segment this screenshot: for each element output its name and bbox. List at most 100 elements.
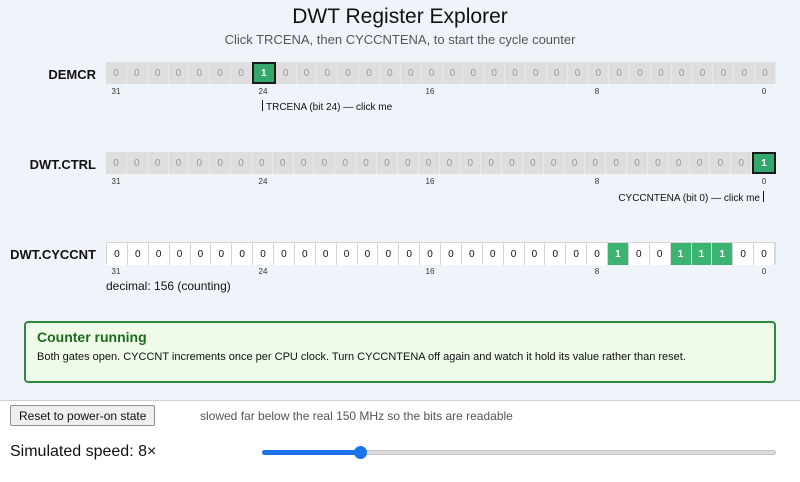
slider-thumb[interactable] xyxy=(353,446,367,459)
bit-8: 0 xyxy=(587,243,608,265)
bit-14: 0 xyxy=(460,152,482,174)
dwt-cyccnt-bit-ticks: 31 24 16 8 0 xyxy=(106,267,776,279)
bit-26: 0 xyxy=(210,152,232,174)
slider-fill xyxy=(262,450,360,455)
bit-28: 0 xyxy=(168,62,190,84)
tick-8: 8 xyxy=(594,177,600,186)
status-box: Counter running Both gates open. CYCCNT … xyxy=(24,321,776,383)
bit-17: 0 xyxy=(397,152,419,174)
bit-12: 0 xyxy=(503,243,525,265)
bit-25: 0 xyxy=(232,243,254,265)
tick-0: 0 xyxy=(761,267,767,276)
trcena-callout-text: TRCENA (bit 24) — click me xyxy=(266,102,393,113)
bit-22: 0 xyxy=(293,152,315,174)
bit-3: 0 xyxy=(689,152,711,174)
tick-24: 24 xyxy=(258,87,268,96)
bit-29: 0 xyxy=(147,62,169,84)
bit-25: 0 xyxy=(231,152,252,174)
dwt-ctrl-label: DWT.CTRL xyxy=(29,157,96,172)
tick-16: 16 xyxy=(425,267,435,276)
bit-17: 0 xyxy=(400,62,422,84)
bit-1: 0 xyxy=(733,243,755,265)
bit-14: 0 xyxy=(463,62,485,84)
bit-10: 0 xyxy=(546,62,568,84)
tick-16: 16 xyxy=(425,177,435,186)
tick-16: 16 xyxy=(425,87,435,96)
bit-29: 0 xyxy=(147,152,169,174)
bit-11: 0 xyxy=(525,62,547,84)
bit-24: 0 xyxy=(253,243,274,265)
bit-12: 0 xyxy=(502,152,523,174)
tick-24: 24 xyxy=(258,267,268,276)
bit-31: 0 xyxy=(107,243,128,265)
page-title: DWT Register Explorer xyxy=(292,5,508,28)
bit-15: 0 xyxy=(439,152,461,174)
reset-button[interactable]: Reset to power-on state xyxy=(10,405,156,426)
bit-6: 0 xyxy=(628,243,650,265)
bit-0[interactable]: 1 xyxy=(752,152,776,174)
bit-13: 0 xyxy=(482,243,504,265)
bit-31: 0 xyxy=(106,62,127,84)
tick-8: 8 xyxy=(594,267,600,276)
bit-17: 0 xyxy=(399,243,421,265)
demcr-bit-row: 00000001000000000000000000000000 xyxy=(106,62,776,84)
bit-7: 0 xyxy=(609,62,631,84)
bit-13: 0 xyxy=(481,152,503,174)
bit-18: 0 xyxy=(378,243,400,265)
dwt-ctrl-bit-row: 00000000000000000000000000000001 xyxy=(106,152,776,174)
cyccnt-decimal-readout: decimal: 156 (counting) xyxy=(106,279,231,293)
bit-15: 0 xyxy=(442,62,464,84)
bit-26: 0 xyxy=(211,243,233,265)
bit-8: 0 xyxy=(588,62,610,84)
bit-15: 0 xyxy=(441,243,462,265)
bit-29: 0 xyxy=(148,243,170,265)
dwt-cyccnt-bit-row: 00000000000000000000000010011100 xyxy=(106,242,776,265)
bit-20: 0 xyxy=(338,62,360,84)
bit-19: 0 xyxy=(359,62,380,84)
bit-4: 0 xyxy=(668,152,690,174)
trcena-callout[interactable]: TRCENA (bit 24) — click me xyxy=(262,100,392,113)
tick-24: 24 xyxy=(258,177,268,186)
bit-28: 0 xyxy=(168,152,190,174)
page-subtitle: Click TRCENA, then CYCCNTENA, to start t… xyxy=(224,32,576,47)
explorer-panel: DWT Register Explorer Click TRCENA, then… xyxy=(0,0,800,401)
bit-16: 0 xyxy=(420,243,441,265)
bit-14: 0 xyxy=(461,243,483,265)
bit-4: 0 xyxy=(671,62,693,84)
bit-31: 0 xyxy=(106,152,127,174)
speed-label: Simulated speed: 8× xyxy=(10,443,157,460)
bit-1: 0 xyxy=(731,152,753,174)
speed-slider[interactable] xyxy=(262,446,776,459)
bit-12: 0 xyxy=(505,62,526,84)
bit-28: 0 xyxy=(169,243,191,265)
bit-13: 0 xyxy=(484,62,506,84)
bit-24[interactable]: 1 xyxy=(251,62,276,84)
bit-9: 0 xyxy=(566,243,588,265)
bit-5: 0 xyxy=(650,62,672,84)
bit-23: 0 xyxy=(272,152,294,174)
bit-9: 0 xyxy=(564,152,586,174)
bit-23: 0 xyxy=(274,243,295,265)
bit-22: 0 xyxy=(296,62,318,84)
bit-1: 0 xyxy=(734,62,756,84)
bit-23: 0 xyxy=(275,62,297,84)
status-title: Counter running xyxy=(37,329,147,345)
bit-27: 0 xyxy=(189,62,211,84)
bit-11: 0 xyxy=(524,243,546,265)
bit-21: 0 xyxy=(315,243,337,265)
bit-20: 0 xyxy=(335,152,357,174)
dwt-ctrl-bit-ticks: 31 24 16 8 0 xyxy=(106,177,776,189)
bit-3: 0 xyxy=(692,62,714,84)
bit-16: 0 xyxy=(421,62,443,84)
speed-note: slowed far below the real 150 MHz so the… xyxy=(200,409,513,423)
tick-31: 31 xyxy=(111,87,121,96)
bit-11: 0 xyxy=(522,152,544,174)
cyccntena-callout-text: CYCCNTENA (bit 0) — click me xyxy=(618,193,760,204)
cyccntena-callout[interactable]: CYCCNTENA (bit 0) — click me xyxy=(618,191,764,204)
demcr-label: DEMCR xyxy=(48,67,96,82)
bit-5: 0 xyxy=(647,152,669,174)
tick-8: 8 xyxy=(594,87,600,96)
bit-7: 0 xyxy=(606,152,628,174)
bit-8: 0 xyxy=(585,152,607,174)
bit-6: 0 xyxy=(630,62,651,84)
